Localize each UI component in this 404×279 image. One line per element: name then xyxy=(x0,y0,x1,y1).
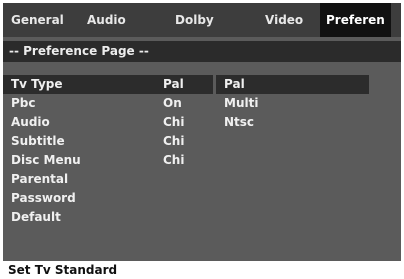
page-title: -- Preference Page -- xyxy=(3,41,401,62)
menu-item-tv-type[interactable]: Tv Type Pal xyxy=(3,75,213,94)
menu-item-value: Chi xyxy=(163,153,185,167)
tab-general[interactable]: General xyxy=(11,3,64,37)
option-pal[interactable]: Pal xyxy=(216,75,369,94)
status-line: Set Tv Standard xyxy=(0,261,404,279)
menu-item-default[interactable]: Default xyxy=(3,208,213,227)
option-multi[interactable]: Multi xyxy=(216,94,369,113)
menu-item-label: Disc Menu xyxy=(11,153,81,167)
menu-item-value: Chi xyxy=(163,115,185,129)
option-label: Pal xyxy=(224,77,245,91)
menu-item-parental[interactable]: Parental xyxy=(3,170,213,189)
menu-item-pbc[interactable]: Pbc On xyxy=(3,94,213,113)
tab-dolby[interactable]: Dolby xyxy=(175,3,214,37)
menu-item-label: Pbc xyxy=(11,96,36,110)
menu-item-label: Audio xyxy=(11,115,50,129)
menu-item-label: Password xyxy=(11,191,76,205)
setup-screen: General Audio Dolby Video Preferen -- Pr… xyxy=(3,3,401,276)
tab-preference[interactable]: Preferen xyxy=(320,3,391,37)
menu-item-label: Subtitle xyxy=(11,134,65,148)
menu-item-label: Parental xyxy=(11,172,69,186)
menu-item-value: Pal xyxy=(163,77,184,91)
menu-item-subtitle[interactable]: Subtitle Chi xyxy=(3,132,213,151)
option-list: Pal Multi Ntsc xyxy=(216,75,369,132)
menu-item-value: On xyxy=(163,96,182,110)
menu-item-value: Chi xyxy=(163,134,185,148)
tab-bar: General Audio Dolby Video Preferen xyxy=(3,3,401,37)
menu-item-disc-menu[interactable]: Disc Menu Chi xyxy=(3,151,213,170)
menu-item-label: Tv Type xyxy=(11,77,63,91)
option-ntsc[interactable]: Ntsc xyxy=(216,113,369,132)
menu-item-label: Default xyxy=(11,210,61,224)
option-label: Multi xyxy=(224,96,259,110)
settings-menu: Tv Type Pal Pbc On Audio Chi Subtitle Ch… xyxy=(3,75,213,227)
option-label: Ntsc xyxy=(224,115,255,129)
menu-item-password[interactable]: Password xyxy=(3,189,213,208)
menu-item-audio[interactable]: Audio Chi xyxy=(3,113,213,132)
tab-video[interactable]: Video xyxy=(265,3,303,37)
tab-audio[interactable]: Audio xyxy=(87,3,126,37)
